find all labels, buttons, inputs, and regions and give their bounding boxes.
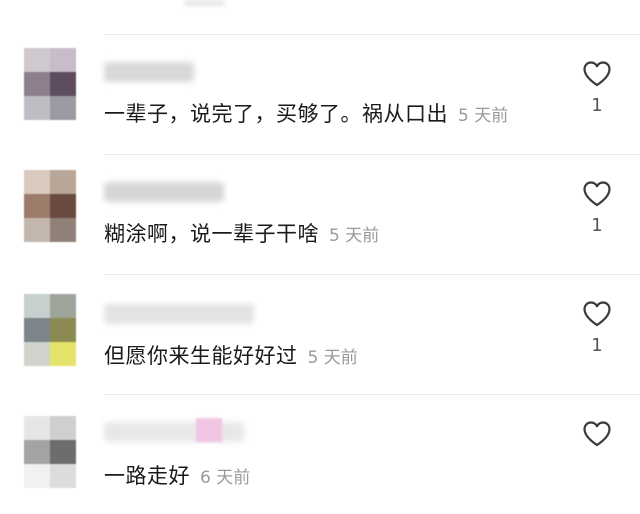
comment-body: 一路走好 — [104, 464, 190, 488]
divider — [104, 154, 640, 155]
like-count: 1 — [591, 335, 603, 356]
comment-text: 一辈子，说完了，买够了。祸从口出 5 天前 — [104, 98, 508, 128]
divider — [104, 34, 640, 35]
heart-icon — [583, 181, 611, 207]
divider — [104, 274, 640, 275]
comment-text: 但愿你来生能好好过 5 天前 — [104, 340, 358, 370]
comment-item: 糊涂啊，说一辈子干啥 5 天前 1 — [0, 154, 640, 274]
like-button[interactable]: 1 — [578, 60, 616, 116]
comment-text: 糊涂啊，说一辈子干啥 5 天前 — [104, 218, 379, 248]
comment-item: 一路走好 6 天前 — [0, 394, 640, 514]
like-button[interactable]: 1 — [578, 180, 616, 236]
username-blurred[interactable] — [104, 422, 244, 442]
like-count: 1 — [591, 95, 603, 116]
comment-item: 但愿你来生能好好过 5 天前 1 — [0, 274, 640, 394]
comment-body: 但愿你来生能好好过 — [104, 344, 298, 368]
username-blurred[interactable] — [104, 182, 224, 202]
like-count: 1 — [591, 215, 603, 236]
avatar[interactable] — [24, 416, 76, 488]
avatar[interactable] — [24, 294, 76, 366]
comment-text: 一路走好 6 天前 — [104, 460, 250, 490]
avatar[interactable] — [24, 170, 76, 242]
like-button[interactable] — [578, 420, 616, 455]
divider — [104, 394, 640, 395]
username-blurred[interactable] — [104, 62, 194, 82]
heart-icon — [583, 421, 611, 447]
username-badge-blurred — [196, 418, 222, 442]
heart-icon — [583, 61, 611, 87]
comment-time: 5 天前 — [329, 226, 380, 246]
like-button[interactable]: 1 — [578, 300, 616, 356]
comment-body: 糊涂啊，说一辈子干啥 — [104, 222, 319, 246]
heart-icon — [583, 301, 611, 327]
avatar[interactable] — [24, 48, 76, 120]
comment-item: 一辈子，说完了，买够了。祸从口出 5 天前 1 — [0, 34, 640, 154]
comment-time: 5 天前 — [458, 106, 509, 126]
comment-body: 一辈子，说完了，买够了。祸从口出 — [104, 102, 448, 126]
comment-time: 6 天前 — [200, 468, 251, 488]
previous-comment-fragment — [0, 0, 640, 30]
comment-list: 一辈子，说完了，买够了。祸从口出 5 天前 1 糊涂啊，说一辈子干啥 5 天前 1 — [0, 0, 640, 509]
username-blurred[interactable] — [104, 304, 254, 324]
comment-time: 5 天前 — [307, 348, 358, 368]
